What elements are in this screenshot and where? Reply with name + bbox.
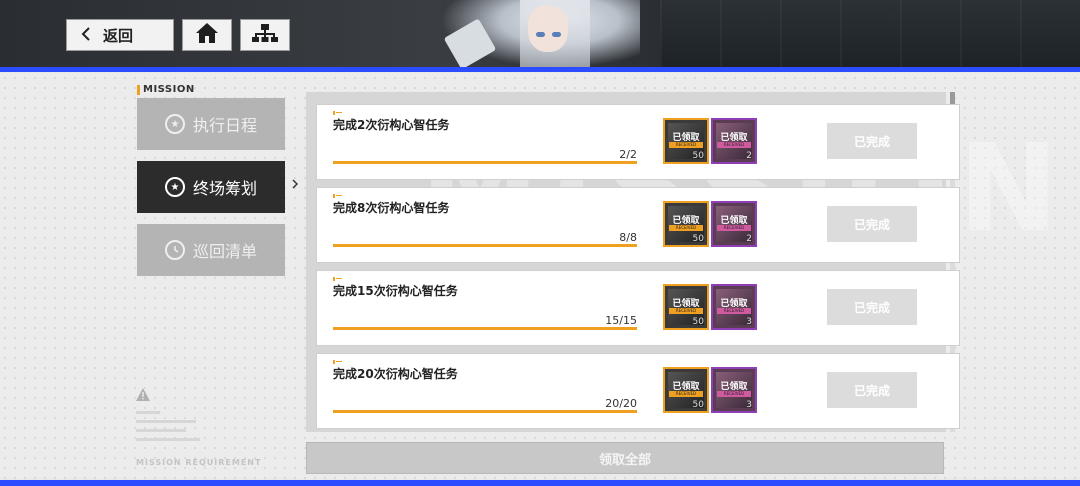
mission-progress-bar bbox=[333, 244, 637, 247]
home-icon bbox=[195, 22, 219, 48]
requirement-placeholder-line bbox=[136, 438, 200, 441]
mission-progress-fill bbox=[333, 244, 637, 247]
section-accent-bar bbox=[137, 84, 140, 95]
card-accent-tick bbox=[336, 278, 342, 279]
mission-title: 完成8次衍构心智任务 bbox=[333, 201, 450, 215]
card-accent-tick bbox=[333, 360, 335, 364]
mission-section-header: MISSION bbox=[137, 84, 195, 95]
banner-character-face bbox=[528, 6, 568, 52]
reward-item[interactable]: 已领取 RECEIVED 2 bbox=[711, 201, 757, 247]
reward-status-sub: RECEIVED bbox=[717, 225, 751, 231]
footer-accent-line bbox=[0, 480, 1080, 486]
mission-section-label: MISSION bbox=[143, 84, 195, 95]
header-accent-line bbox=[0, 67, 1080, 72]
card-accent-tick bbox=[333, 111, 335, 115]
reward-quantity: 2 bbox=[746, 151, 752, 161]
reward-status-sub: RECEIVED bbox=[717, 308, 751, 314]
completed-button[interactable]: 已完成 bbox=[827, 372, 917, 408]
sidebar-item-final-planning[interactable]: ★ 终场筹划 bbox=[137, 161, 285, 213]
mission-card: 完成15次衍构心智任务 15/15 已领取 RECEIVED 50 已领取 RE… bbox=[316, 270, 960, 346]
banner-background-panels bbox=[660, 0, 1080, 68]
card-accent-tick bbox=[336, 361, 342, 362]
mission-card: 完成8次衍构心智任务 8/8 已领取 RECEIVED 50 已领取 RECEI… bbox=[316, 187, 960, 263]
completed-button[interactable]: 已完成 bbox=[827, 289, 917, 325]
sidebar-item-patrol-list[interactable]: 巡回清单 bbox=[137, 224, 285, 276]
home-button[interactable] bbox=[182, 19, 232, 51]
mission-card: 完成2次衍构心智任务 2/2 已领取 RECEIVED 50 已领取 RECEI… bbox=[316, 104, 960, 180]
back-button[interactable]: 返回 bbox=[66, 19, 174, 51]
card-accent-tick bbox=[333, 277, 335, 281]
mission-title: 完成15次衍构心智任务 bbox=[333, 284, 458, 298]
reward-item[interactable]: 已领取 RECEIVED 50 bbox=[663, 118, 709, 164]
completed-button[interactable]: 已完成 bbox=[827, 206, 917, 242]
requirement-placeholder-line bbox=[136, 420, 196, 423]
back-label: 返回 bbox=[103, 26, 134, 45]
character-eye bbox=[536, 32, 545, 37]
claim-all-button[interactable]: 领取全部 bbox=[306, 442, 944, 474]
mission-progress-bar bbox=[333, 327, 637, 330]
reward-status-sub: RECEIVED bbox=[669, 225, 703, 231]
claim-all-label: 领取全部 bbox=[598, 452, 651, 468]
reward-quantity: 50 bbox=[692, 234, 704, 244]
hierarchy-button[interactable] bbox=[240, 19, 290, 51]
mission-progress-bar bbox=[333, 410, 637, 413]
requirement-placeholder-line bbox=[136, 429, 186, 432]
mission-progress-fill bbox=[333, 410, 637, 413]
card-accent-tick bbox=[336, 195, 342, 196]
reward-status-sub: RECEIVED bbox=[669, 308, 703, 314]
clock-icon bbox=[164, 240, 185, 260]
active-item-indicator-icon bbox=[292, 178, 299, 192]
reward-status-sub: RECEIVED bbox=[717, 142, 751, 148]
mission-requirement-panel: MISSION REQUIREMENT bbox=[136, 388, 266, 468]
reward-item[interactable]: 已领取 RECEIVED 3 bbox=[711, 367, 757, 413]
reward-quantity: 2 bbox=[746, 234, 752, 244]
reward-quantity: 50 bbox=[692, 400, 704, 410]
reward-item[interactable]: 已领取 RECEIVED 3 bbox=[711, 284, 757, 330]
star-icon: ★ bbox=[164, 177, 185, 197]
reward-item[interactable]: 已领取 RECEIVED 2 bbox=[711, 118, 757, 164]
star-icon: ★ bbox=[164, 114, 185, 134]
mission-card: 完成20次衍构心智任务 20/20 已领取 RECEIVED 50 已领取 RE… bbox=[316, 353, 960, 429]
reward-status-sub: RECEIVED bbox=[669, 391, 703, 397]
mission-requirement-caption: MISSION REQUIREMENT bbox=[136, 458, 262, 467]
reward-quantity: 3 bbox=[746, 400, 752, 410]
mission-progress-bar bbox=[333, 161, 637, 164]
mission-progress-count: 20/20 bbox=[605, 397, 637, 410]
mission-progress-fill bbox=[333, 161, 637, 164]
reward-quantity: 3 bbox=[746, 317, 752, 327]
mission-progress-count: 2/2 bbox=[619, 148, 637, 161]
mission-progress-count: 8/8 bbox=[619, 231, 637, 244]
mission-progress-fill bbox=[333, 327, 637, 330]
reward-quantity: 50 bbox=[692, 151, 704, 161]
warning-icon bbox=[136, 388, 266, 405]
mission-progress-count: 15/15 bbox=[605, 314, 637, 327]
reward-item[interactable]: 已领取 RECEIVED 50 bbox=[663, 367, 709, 413]
sidebar-item-label: 执行日程 bbox=[192, 116, 257, 135]
sidebar-item-label: 终场筹划 bbox=[192, 179, 257, 198]
mission-title: 完成2次衍构心智任务 bbox=[333, 118, 450, 132]
reward-item[interactable]: 已领取 RECEIVED 50 bbox=[663, 284, 709, 330]
mission-title: 完成20次衍构心智任务 bbox=[333, 367, 458, 381]
chevron-left-icon bbox=[81, 25, 91, 46]
reward-item[interactable]: 已领取 RECEIVED 50 bbox=[663, 201, 709, 247]
reward-status-sub: RECEIVED bbox=[669, 142, 703, 148]
card-accent-tick bbox=[333, 194, 335, 198]
requirement-placeholder-line bbox=[136, 411, 160, 414]
sidebar-item-schedule[interactable]: ★ 执行日程 bbox=[137, 98, 285, 150]
completed-button[interactable]: 已完成 bbox=[827, 123, 917, 159]
hierarchy-icon bbox=[252, 23, 278, 47]
reward-quantity: 50 bbox=[692, 317, 704, 327]
reward-status-sub: RECEIVED bbox=[717, 391, 751, 397]
card-accent-tick bbox=[336, 112, 342, 113]
character-eye bbox=[552, 32, 561, 37]
sidebar-item-label: 巡回清单 bbox=[192, 242, 257, 261]
